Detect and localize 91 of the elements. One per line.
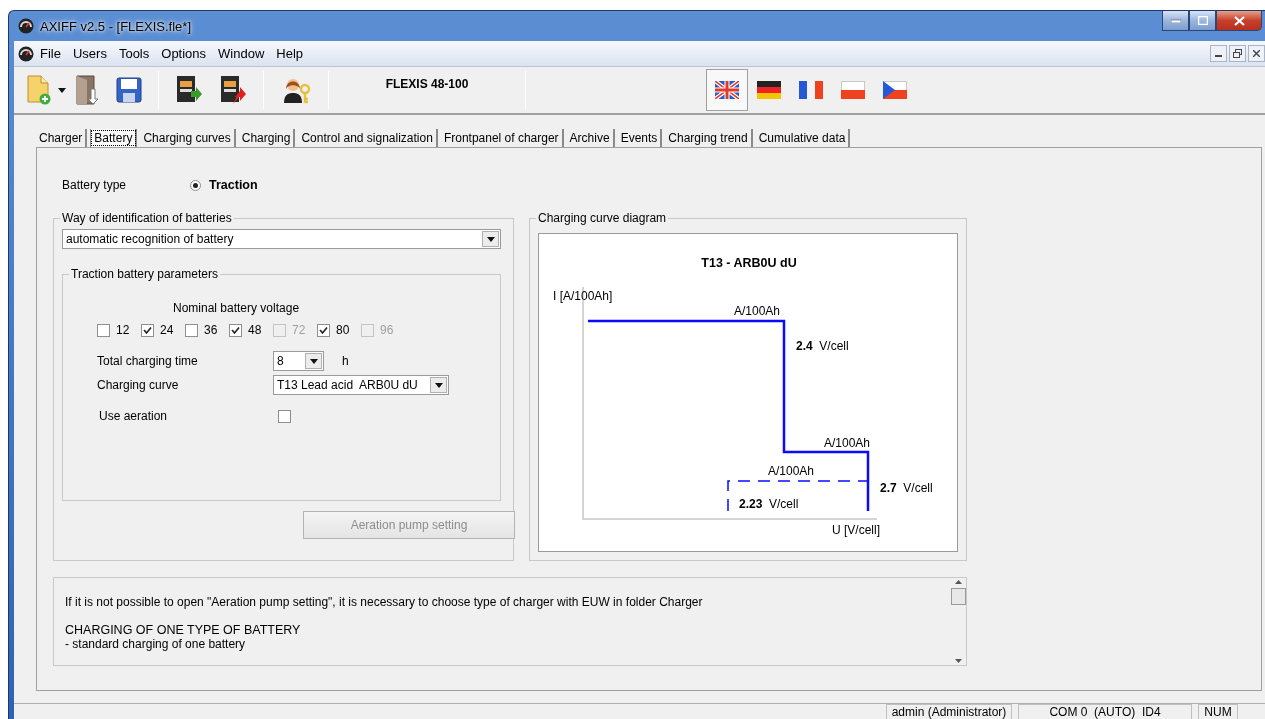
tab[interactable]: Charging curves <box>140 129 236 147</box>
flag-icon <box>715 81 739 99</box>
info-text: - standard charging of one battery <box>65 637 247 651</box>
diagram-label: A/100Ah <box>824 436 870 450</box>
menu-item[interactable]: Users <box>66 44 113 63</box>
tab[interactable]: Frontpanel of charger <box>440 129 564 147</box>
diagram-label: 2.4 V/cell <box>796 339 849 353</box>
diagram-title: T13 - ARB0U dU <box>701 256 797 270</box>
close-icon <box>1233 15 1245 26</box>
group-title: Charging curve diagram <box>537 211 668 225</box>
caret-icon[interactable] <box>58 87 66 93</box>
scroll-up-icon[interactable] <box>954 580 962 584</box>
checkbox-label: 12 <box>116 323 130 337</box>
dropdown[interactable]: 8 <box>273 351 324 371</box>
group-title: Way of identification of batteries <box>61 211 233 225</box>
scrollbar[interactable] <box>950 578 966 665</box>
field-label: Use aeration <box>98 409 169 423</box>
tab[interactable]: Charging <box>238 129 296 147</box>
device-name: FLEXIS 48-100 <box>384 77 470 91</box>
close-button[interactable] <box>1216 11 1262 31</box>
unit-label: h <box>342 354 349 368</box>
dropdown[interactable]: T13 Lead acid ARB0U dU <box>273 375 449 395</box>
checkbox-label: 72 <box>292 323 306 337</box>
device-arrow-icon[interactable] <box>219 75 247 105</box>
field-label: Total charging time <box>97 354 199 368</box>
caret-icon <box>309 358 318 364</box>
gauge-icon <box>18 18 34 34</box>
tab[interactable]: Control and signalization <box>298 129 438 147</box>
checkbox[interactable] <box>97 323 110 337</box>
diagram-label: 2.7 V/cell <box>880 481 933 495</box>
menu-item[interactable]: Help <box>270 44 310 63</box>
restore-button[interactable] <box>1229 45 1246 62</box>
minimize-icon <box>1170 18 1181 23</box>
checkbox[interactable] <box>229 323 242 337</box>
flag-icon <box>841 81 865 99</box>
flag-icon <box>799 81 823 99</box>
checkbox-label: 48 <box>248 323 262 337</box>
checkbox-label: 80 <box>336 323 350 337</box>
axis-label: U [V/cell] <box>832 523 880 537</box>
field-label: Battery type <box>62 178 128 192</box>
checkbox[interactable] <box>278 409 291 423</box>
diagram-label: A/100Ah <box>734 304 780 318</box>
minimize-button[interactable] <box>1210 45 1227 62</box>
checkbox[interactable] <box>141 323 154 337</box>
caret-icon <box>486 236 495 242</box>
device-arrow-icon[interactable] <box>175 75 203 105</box>
field-label: Charging curve <box>97 378 180 392</box>
menu-item[interactable]: File <box>34 44 67 63</box>
door-icon[interactable] <box>74 75 100 105</box>
checkbox-label: 36 <box>204 323 218 337</box>
scroll-down-icon[interactable] <box>954 659 962 663</box>
tab[interactable]: Events <box>617 129 663 147</box>
field-label: Nominal battery voltage <box>173 301 300 315</box>
save-icon[interactable] <box>116 77 142 103</box>
diagram-label: A/100Ah <box>768 464 814 478</box>
close-icon <box>1253 50 1260 57</box>
info-text: If it is not possible to open "Aeration pump setting", it is necessary to choose type of charger with EUW in folder Charger <box>65 595 704 609</box>
info-text: CHARGING OF ONE TYPE OF BATTERY <box>65 623 302 637</box>
tab[interactable]: Charger <box>36 129 88 147</box>
tab[interactable]: Cumulative data <box>755 129 851 147</box>
new-file-icon[interactable] <box>26 75 52 105</box>
gauge-icon[interactable] <box>18 45 34 62</box>
scroll-thumb[interactable] <box>950 588 966 605</box>
window-title: AXIFF v2.5 - [FLEXIS.fle*] <box>40 18 191 34</box>
radio-label: Traction <box>209 178 258 192</box>
maximize-button[interactable] <box>1189 11 1216 31</box>
restore-icon <box>1233 49 1242 58</box>
status-pane: COM 0 (AUTO) ID4 <box>1018 704 1192 719</box>
dropdown[interactable]: automatic recognition of battery <box>62 229 501 249</box>
status-pane: admin (Administrator) <box>886 704 1012 719</box>
minimize-button[interactable] <box>1162 11 1189 31</box>
tab[interactable]: Battery <box>90 129 138 147</box>
flag-icon <box>757 81 781 99</box>
status-pane: NUM <box>1198 704 1238 719</box>
checkbox[interactable] <box>185 323 198 337</box>
menu-item[interactable]: Tools <box>112 44 156 63</box>
flag-icon <box>883 81 907 99</box>
checkbox-label: 96 <box>380 323 394 337</box>
close-button[interactable] <box>1248 45 1265 62</box>
group-title: Traction battery parameters <box>70 267 219 281</box>
maximize-icon <box>1197 16 1208 25</box>
diagram-label: 2.23 V/cell <box>739 497 799 511</box>
menu-item[interactable]: Window <box>212 44 271 63</box>
menu-item[interactable]: Options <box>155 44 213 63</box>
radio-button[interactable] <box>190 179 201 191</box>
tab[interactable]: Charging trend <box>665 129 753 147</box>
caret-icon <box>434 382 443 388</box>
checkbox[interactable] <box>317 323 330 337</box>
checkbox-label: 24 <box>160 323 174 337</box>
tab[interactable]: Archive <box>566 129 615 147</box>
axis-label: I [A/100Ah] <box>553 289 613 303</box>
